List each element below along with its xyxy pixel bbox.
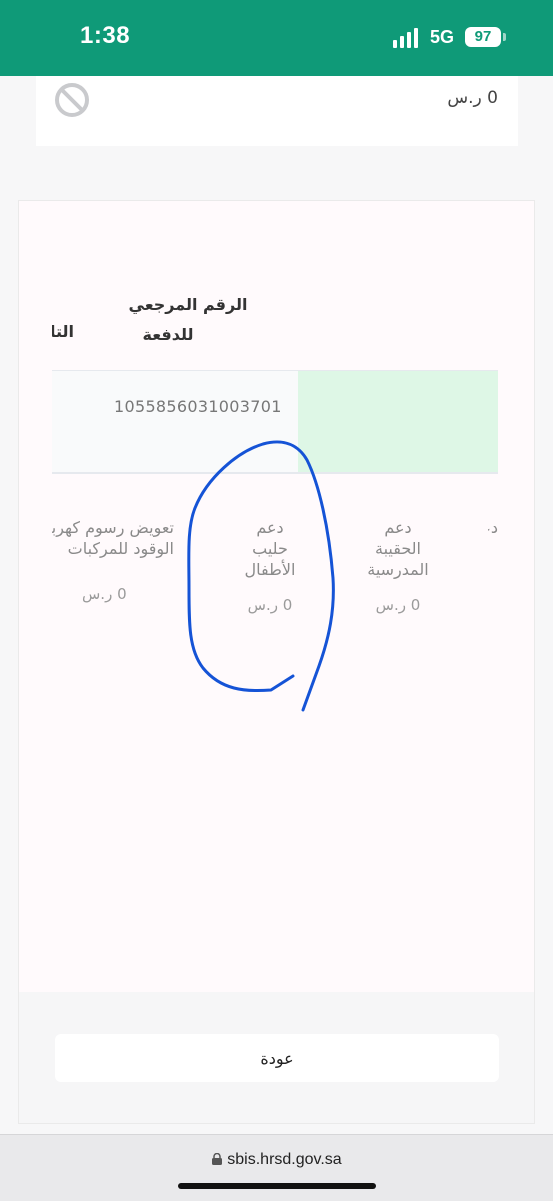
back-button[interactable]: عودة — [55, 1034, 499, 1082]
url-text: sbis.hrsd.gov.sa — [227, 1151, 342, 1168]
benefit-partial: دعم — [488, 518, 498, 537]
hand-drawn-circle — [187, 440, 335, 712]
date-column-header: التاريخ — [52, 322, 74, 341]
summary-amount: 0 ر.س — [447, 88, 498, 108]
status-time: 1:38 — [80, 22, 131, 49]
benefit-fuel-compensation: تعويض رسوم كهرباء الوقود للمركبات 0 ر.س — [52, 517, 174, 603]
benefit-label-line: الحقيبة — [375, 539, 421, 558]
network-type: 5G — [430, 27, 455, 47]
reference-header-line2: للدفعة — [142, 325, 194, 344]
benefit-label-line: دعم — [384, 518, 412, 537]
battery-cap — [503, 33, 506, 41]
benefit-label-line: الوقود للمركبات — [67, 539, 174, 558]
home-indicator[interactable] — [178, 1183, 376, 1189]
summary-card: 0 ر.س — [36, 76, 518, 146]
reference-number: 1055856031003701 — [114, 397, 282, 416]
battery-icon: 97 — [465, 27, 501, 47]
reference-column-header: الرقم المرجعي للدفعة — [113, 290, 263, 350]
benefit-amount: 0 ر.س — [82, 585, 127, 603]
status-bar: 1:38 5G 97 — [0, 0, 553, 76]
url-display[interactable]: sbis.hrsd.gov.sa — [0, 1151, 553, 1169]
signal-icon — [393, 28, 423, 48]
browser-url-bar[interactable]: sbis.hrsd.gov.sa — [0, 1134, 553, 1201]
benefit-amount: 0 ر.س — [375, 596, 421, 614]
benefit-label-line: المدرسية — [367, 560, 429, 579]
benefit-label-line: تعويض رسوم كهرباء — [52, 518, 174, 537]
ban-icon — [55, 83, 89, 117]
lock-icon — [212, 1153, 223, 1165]
reference-header-line1: الرقم المرجعي — [128, 295, 248, 314]
benefit-school-bag: دعم الحقيبة المدرسية 0 ر.س — [353, 517, 443, 614]
